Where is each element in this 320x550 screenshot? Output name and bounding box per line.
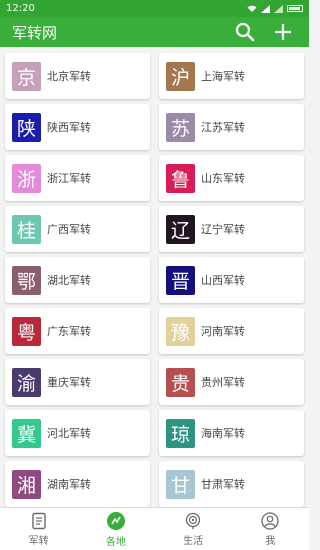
region-char-badge: 冀 [12, 418, 41, 448]
region-card[interactable]: 辽辽宁军转 [159, 206, 304, 252]
radio-icon [185, 512, 201, 529]
bottom-nav: 军转 各地 生活 我 [0, 507, 309, 550]
region-label: 重庆军转 [47, 376, 91, 389]
region-card[interactable]: 冀河北军转 [5, 410, 150, 456]
region-card[interactable]: 沪上海军转 [159, 53, 304, 99]
region-card[interactable]: 鄂湖北军转 [5, 257, 150, 303]
region-label: 湖南军转 [47, 478, 91, 491]
region-card[interactable]: 琼海南军转 [159, 410, 304, 456]
status-bar: 12:20 [0, 0, 309, 17]
region-char-badge: 琼 [166, 418, 195, 448]
region-card[interactable]: 甘甘肃军转 [159, 461, 304, 507]
status-icons [247, 4, 303, 13]
region-label: 甘肃军转 [201, 478, 245, 491]
region-char-badge: 鲁 [166, 163, 195, 193]
profile-icon [261, 511, 280, 530]
status-time: 12:20 [6, 3, 35, 14]
region-char-badge: 桂 [12, 214, 41, 244]
region-label: 山西军转 [201, 274, 245, 287]
nav-item-wo[interactable]: 我 [232, 508, 309, 550]
nav-label: 我 [265, 535, 276, 547]
region-card[interactable]: 浙浙江军转 [5, 155, 150, 201]
region-char-badge: 京 [12, 61, 41, 91]
region-label: 广西军转 [47, 223, 91, 236]
signal-icon [261, 4, 270, 13]
region-char-badge: 陕 [12, 112, 41, 142]
region-card[interactable]: 晋山西军转 [159, 257, 304, 303]
signal-icon-2 [274, 4, 283, 13]
region-label: 广东军转 [47, 325, 91, 338]
region-char-badge: 沪 [166, 61, 195, 91]
region-card[interactable]: 豫河南军转 [159, 308, 304, 354]
nav-label: 生活 [183, 535, 204, 547]
region-card[interactable]: 京北京军转 [5, 53, 150, 99]
region-card[interactable]: 贵贵州军转 [159, 359, 304, 405]
region-label: 辽宁军转 [201, 223, 245, 236]
region-char-badge: 晋 [166, 265, 195, 295]
region-card[interactable]: 渝重庆军转 [5, 359, 150, 405]
region-label: 陕西军转 [47, 121, 91, 134]
region-label: 河南军转 [201, 325, 245, 338]
nav-item-shenghuo[interactable]: 生活 [155, 508, 232, 550]
region-card[interactable]: 苏江苏军转 [159, 104, 304, 150]
region-char-badge: 贵 [166, 367, 195, 397]
region-card[interactable]: 鲁山东军转 [159, 155, 304, 201]
search-button[interactable] [231, 18, 259, 46]
battery-icon [287, 5, 303, 12]
region-char-badge: 湘 [12, 469, 41, 499]
region-card[interactable]: 粤广东军转 [5, 308, 150, 354]
app-title: 军转网 [12, 23, 58, 42]
add-button[interactable] [269, 18, 297, 46]
region-card[interactable]: 陕陕西军转 [5, 104, 150, 150]
region-grid: 京北京军转沪上海军转陕陕西军转苏江苏军转浙浙江军转鲁山东军转桂广西军转辽辽宁军转… [0, 47, 309, 507]
region-char-badge: 鄂 [12, 265, 41, 295]
region-label: 北京军转 [47, 70, 91, 83]
plus-icon [275, 24, 291, 40]
region-label: 山东军转 [201, 172, 245, 185]
region-label: 上海军转 [201, 70, 245, 83]
region-label: 江苏军转 [201, 121, 245, 134]
region-label: 湖北军转 [47, 274, 91, 287]
region-char-badge: 甘 [166, 469, 195, 499]
document-icon [31, 512, 46, 529]
region-label: 海南军转 [201, 427, 245, 440]
nav-item-gedi[interactable]: 各地 [77, 508, 154, 550]
wifi-icon [247, 5, 257, 12]
app-bar: 军转网 [0, 17, 309, 47]
region-char-badge: 粤 [12, 316, 41, 346]
region-icon [106, 511, 125, 530]
region-char-badge: 辽 [166, 214, 195, 244]
region-char-badge: 渝 [12, 367, 41, 397]
region-label: 河北军转 [47, 427, 91, 440]
region-label: 浙江军转 [47, 172, 91, 185]
region-char-badge: 浙 [12, 163, 41, 193]
nav-item-junzhuan[interactable]: 军转 [0, 508, 77, 550]
search-icon [235, 22, 255, 42]
nav-label: 军转 [28, 535, 49, 547]
region-label: 贵州军转 [201, 376, 245, 389]
region-card[interactable]: 桂广西军转 [5, 206, 150, 252]
region-char-badge: 苏 [166, 112, 195, 142]
region-char-badge: 豫 [166, 316, 195, 346]
region-card[interactable]: 湘湖南军转 [5, 461, 150, 507]
nav-label: 各地 [105, 536, 126, 548]
